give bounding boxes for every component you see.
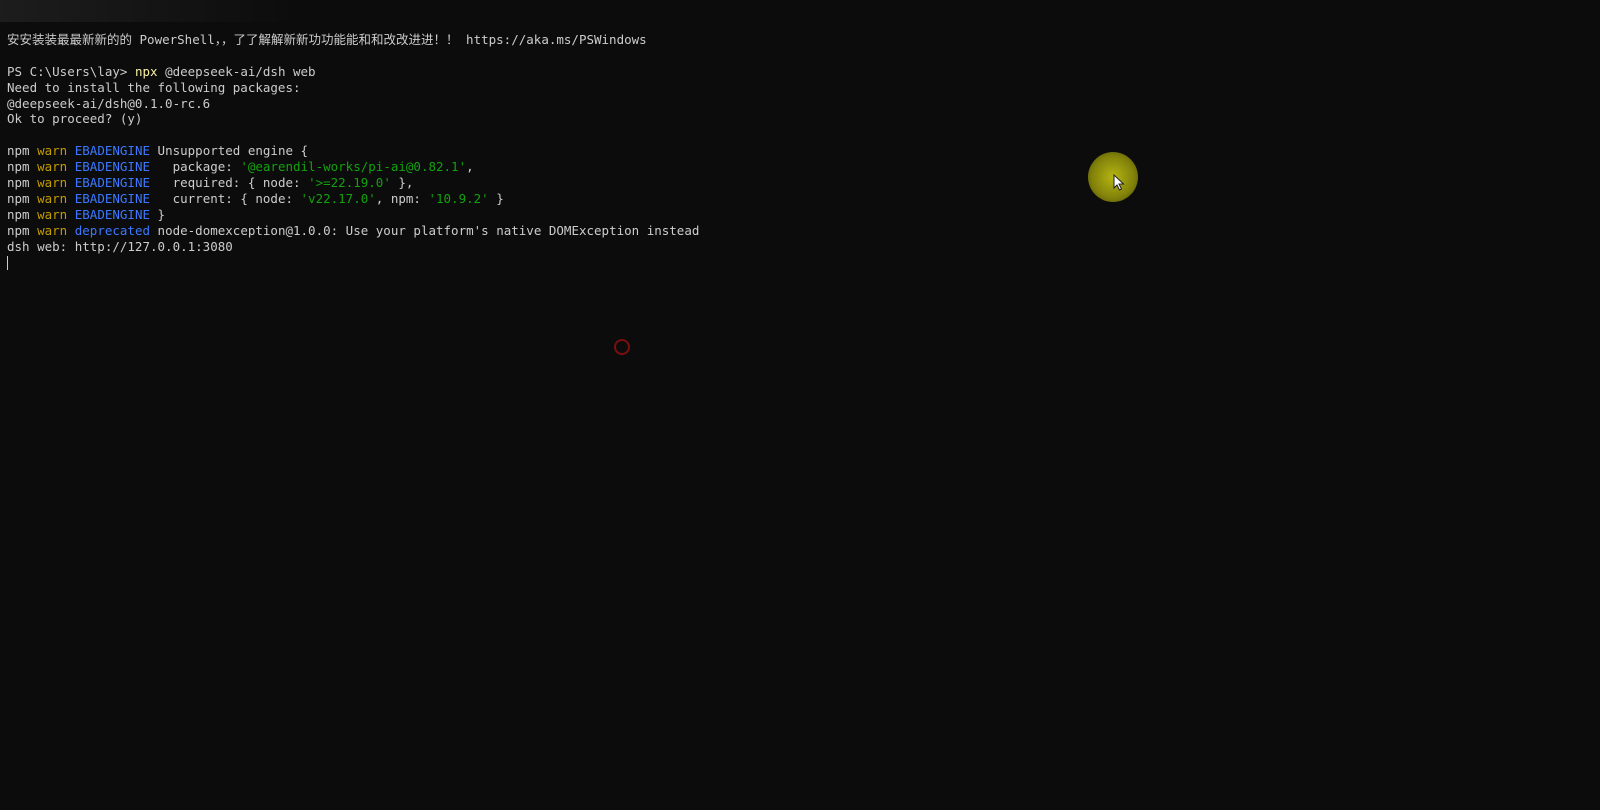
server-url-line: dsh web: http://127.0.0.1:3080	[7, 238, 233, 254]
warn-string: '>=22.19.0'	[308, 175, 391, 191]
warn-text: node-domexception@1.0.0: Use your platfo…	[150, 222, 700, 238]
cursor-line	[7, 254, 1587, 270]
command-exe: npx	[134, 63, 158, 79]
warn-label: warn	[37, 222, 68, 238]
warn-tag: EBADENGINE	[74, 175, 151, 191]
warn-line: npm warn EBADENGINE required: { node: '>…	[7, 175, 1587, 191]
warn-text: Unsupported engine {	[150, 143, 309, 159]
terminal-window[interactable]: 安安装装最最新新的的 PowerShell，，了了解解新新功功能能和和改改进进！…	[0, 0, 1600, 810]
install-notice-line: Need to install the following packages:	[7, 79, 301, 95]
warn-text: package:	[150, 159, 241, 175]
warn-text: current: { node:	[150, 190, 301, 206]
npm-label: npm	[7, 143, 30, 159]
warn-tag: deprecated	[74, 222, 151, 238]
warn-line: npm warn deprecated node-domexception@1.…	[7, 223, 1587, 239]
npm-label: npm	[7, 190, 30, 206]
mouse-pointer-icon	[1113, 174, 1125, 191]
warn-label: warn	[37, 190, 68, 206]
terminal-output: 安安装装最最新新的的 PowerShell，，了了解解新新功功能能和和改改进进！…	[7, 32, 1587, 270]
warn-string: 'v22.17.0'	[300, 190, 376, 206]
install-package-line: @deepseek-ai/dsh@0.1.0-rc.6	[7, 95, 211, 111]
warn-line: npm warn EBADENGINE current: { node: 'v2…	[7, 191, 1587, 207]
warn-tag: EBADENGINE	[74, 159, 151, 175]
warn-label: warn	[37, 206, 68, 222]
warn-label: warn	[37, 175, 68, 191]
warn-mid: , npm:	[375, 190, 429, 206]
npm-label: npm	[7, 159, 30, 175]
npm-label: npm	[7, 206, 30, 222]
warn-text: }	[150, 206, 166, 222]
command-args: @deepseek-ai/dsh web	[165, 63, 316, 79]
text-cursor	[7, 255, 8, 270]
title-bar	[0, 0, 300, 22]
loading-spinner-icon	[614, 339, 630, 355]
command-line: PS C:\Users\lay> npx @deepseek-ai/dsh we…	[7, 64, 1587, 80]
warn-line: npm warn EBADENGINE }	[7, 207, 1587, 223]
prompt: PS C:\Users\lay>	[7, 63, 128, 79]
proceed-prompt-line: Ok to proceed? (y)	[7, 111, 143, 127]
warn-string-2: '10.9.2'	[428, 190, 489, 206]
warn-line: npm warn EBADENGINE package: '@earendil-…	[7, 159, 1587, 175]
warn-string: '@earendil-works/pi-ai@0.82.1'	[240, 159, 467, 175]
warn-text: required: { node:	[150, 175, 309, 191]
warn-tag: EBADENGINE	[74, 206, 151, 222]
warn-tag: EBADENGINE	[74, 190, 151, 206]
warn-tag: EBADENGINE	[74, 143, 151, 159]
warn-line: npm warn EBADENGINE Unsupported engine {	[7, 143, 1587, 159]
warn-tail: }	[488, 190, 504, 206]
npm-label: npm	[7, 222, 30, 238]
warn-tail: ,	[466, 159, 474, 175]
npm-label: npm	[7, 175, 30, 191]
banner-line: 安安装装最最新新的的 PowerShell，，了了解解新新功功能能和和改改进进！…	[7, 32, 647, 47]
warn-label: warn	[37, 143, 68, 159]
warn-tail: },	[390, 175, 414, 191]
warn-label: warn	[37, 159, 68, 175]
